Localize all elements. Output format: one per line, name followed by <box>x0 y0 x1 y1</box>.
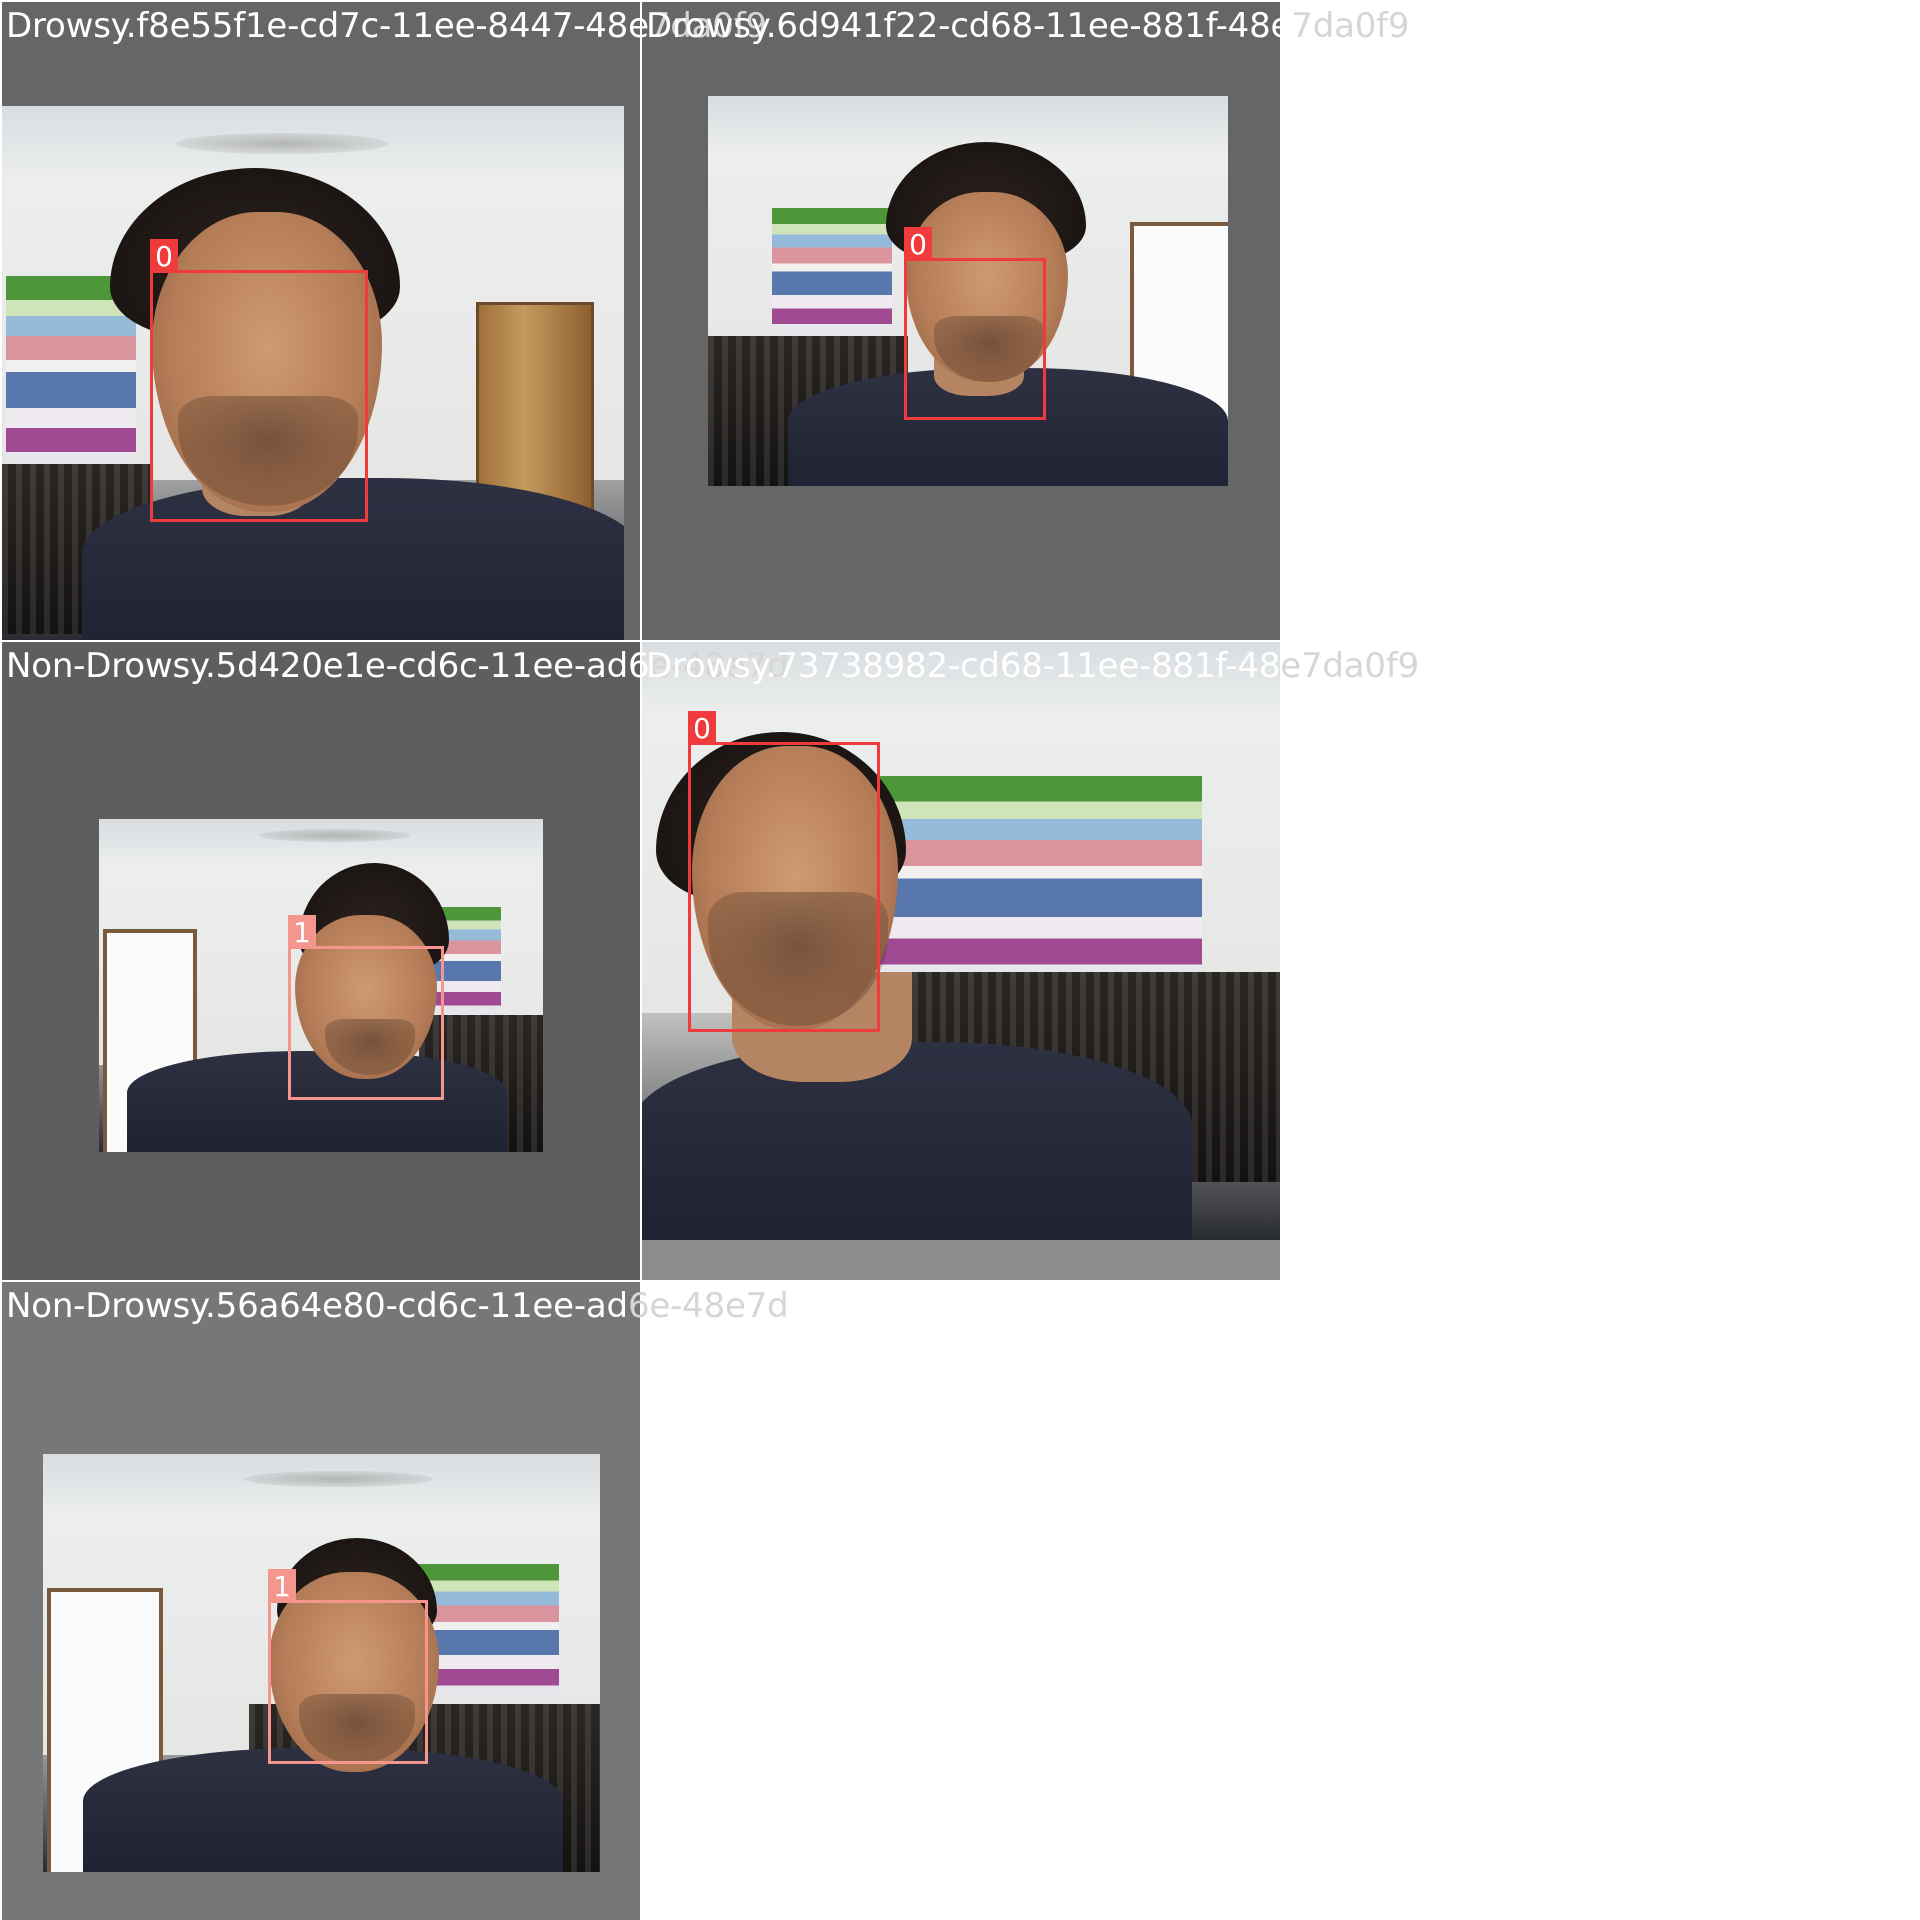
class-label: 0 <box>150 239 178 273</box>
curtain <box>772 208 892 340</box>
image-tile-4: Drowsy.73738982-cd68-11ee-881f-48e7da0f9… <box>642 642 1419 1280</box>
image-tile-2: Drowsy.6d941f22-cd68-11ee-881f-48e7da0f9… <box>642 2 1410 640</box>
image-tile-3: Non-Drowsy.5d420e1e-cd6c-11ee-ad6e-48e7d… <box>2 642 789 1280</box>
class-label: 0 <box>904 227 932 261</box>
detection-box: 1 <box>268 1569 428 1764</box>
curtain <box>878 776 1202 990</box>
detection-box: 0 <box>150 239 368 522</box>
image-tile-1: Drowsy.f8e55f1e-cd7c-11ee-8447-48e7da0f9… <box>2 2 767 640</box>
class-label: 0 <box>688 711 716 745</box>
detection-box: 0 <box>688 711 880 1032</box>
detection-box: 0 <box>904 227 1046 420</box>
image-tile-5: Non-Drowsy.56a64e80-cd6c-11ee-ad6e-48e7d… <box>2 1282 789 1920</box>
detection-box: 1 <box>288 915 444 1100</box>
class-label: 1 <box>288 915 316 949</box>
class-label: 1 <box>268 1569 296 1603</box>
